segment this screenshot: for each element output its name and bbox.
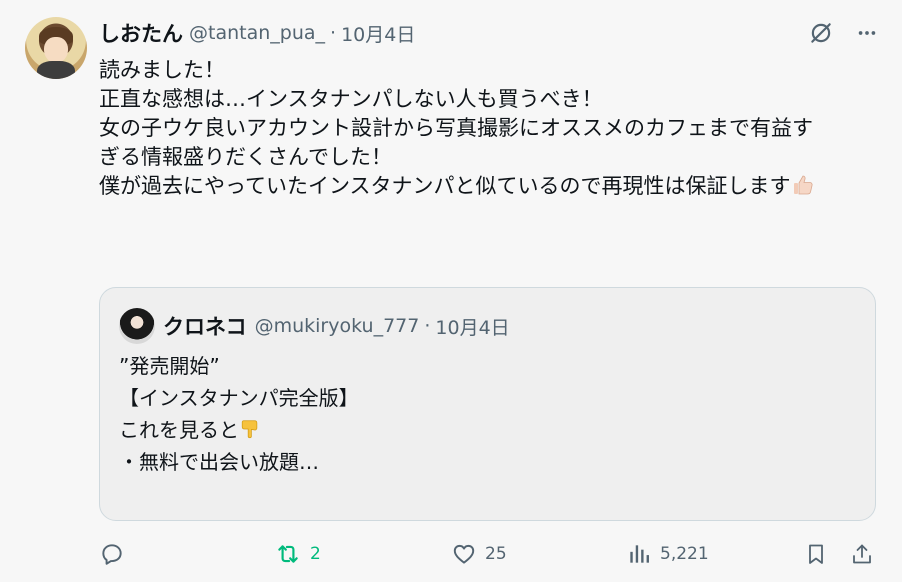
tweet-line: 僕が過去にやっていたインスタナンパと似ているので再現性は保証します [99, 172, 879, 201]
author-handle[interactable]: @tantan_pua_ [189, 22, 325, 44]
tweet-header: しおたん @tantan_pua_ · 10月4日 [99, 19, 415, 47]
reply-button[interactable] [99, 540, 133, 568]
like-button[interactable]: 25 [451, 540, 507, 568]
pointing-down-icon [241, 420, 258, 439]
tweet-date[interactable]: 10月4日 [341, 20, 415, 47]
bookmark-button[interactable] [804, 540, 828, 568]
quoted-author-handle: @mukiryoku_777 [254, 315, 420, 337]
reply-icon [102, 544, 122, 565]
quoted-tweet-body: ”発売開始” 【インスタナンパ完全版】 これを見ると ・無料で出会い放題… [119, 350, 859, 478]
retweet-icon [278, 545, 298, 563]
quoted-line: ・無料で出会い放題… [119, 450, 319, 474]
more-icon[interactable] [856, 22, 878, 44]
tweet-line: 女の子ウケ良いアカウント設計から写真撮影にオススメのカフェまで有益す [99, 116, 813, 140]
views-icon [630, 545, 649, 563]
avatar-face [44, 37, 68, 63]
tweet-top-actions [808, 20, 878, 46]
quoted-author-display-name: クロネコ [163, 315, 247, 339]
quoted-line: これを見ると [119, 414, 859, 446]
tweet-line: 正直な感想は…インスタナンパしない人も買うべき！ [99, 87, 603, 111]
thumbs-up-icon [793, 175, 813, 195]
quoted-line: 【インスタナンパ完全版】 [119, 386, 359, 410]
retweet-count: 2 [310, 544, 321, 564]
like-icon [453, 544, 475, 564]
separator-dot: · [330, 22, 337, 44]
bookmark-icon [809, 544, 823, 564]
separator-dot: · [424, 315, 431, 337]
quoted-tweet[interactable]: クロネコ @mukiryoku_777 · 10月4日 ”発売開始” 【インスタ… [99, 287, 876, 521]
tweet-body: 読みました！ 正直な感想は…インスタナンパしない人も買うべき！ 女の子ウケ良いア… [99, 56, 879, 201]
like-count: 25 [485, 544, 507, 564]
author-avatar[interactable] [25, 17, 87, 79]
tweet-line: ぎる情報盛りだくさんでした！ [99, 145, 392, 169]
tweet-actions-bar: 2 25 5,221 [99, 540, 881, 570]
share-icon [853, 544, 871, 564]
quoted-tweet-date: 10月4日 [435, 316, 510, 339]
quoted-tweet-header: クロネコ @mukiryoku_777 · 10月4日 [119, 308, 510, 344]
quoted-author-avatar [119, 308, 155, 344]
share-button[interactable] [850, 540, 874, 568]
quoted-line: ”発売開始” [119, 354, 220, 378]
quoted-line-text: これを見ると [119, 418, 239, 442]
views-button[interactable]: 5,221 [626, 540, 709, 568]
author-display-name[interactable]: しおたん [99, 18, 183, 48]
views-count: 5,221 [660, 544, 709, 564]
retweet-button[interactable]: 2 [274, 540, 321, 568]
grok-icon[interactable] [808, 20, 834, 46]
tweet-line: 読みました！ [99, 58, 225, 82]
avatar-body [37, 61, 75, 79]
tweet-line-text: 僕が過去にやっていたインスタナンパと似ているので再現性は保証します [99, 174, 791, 198]
